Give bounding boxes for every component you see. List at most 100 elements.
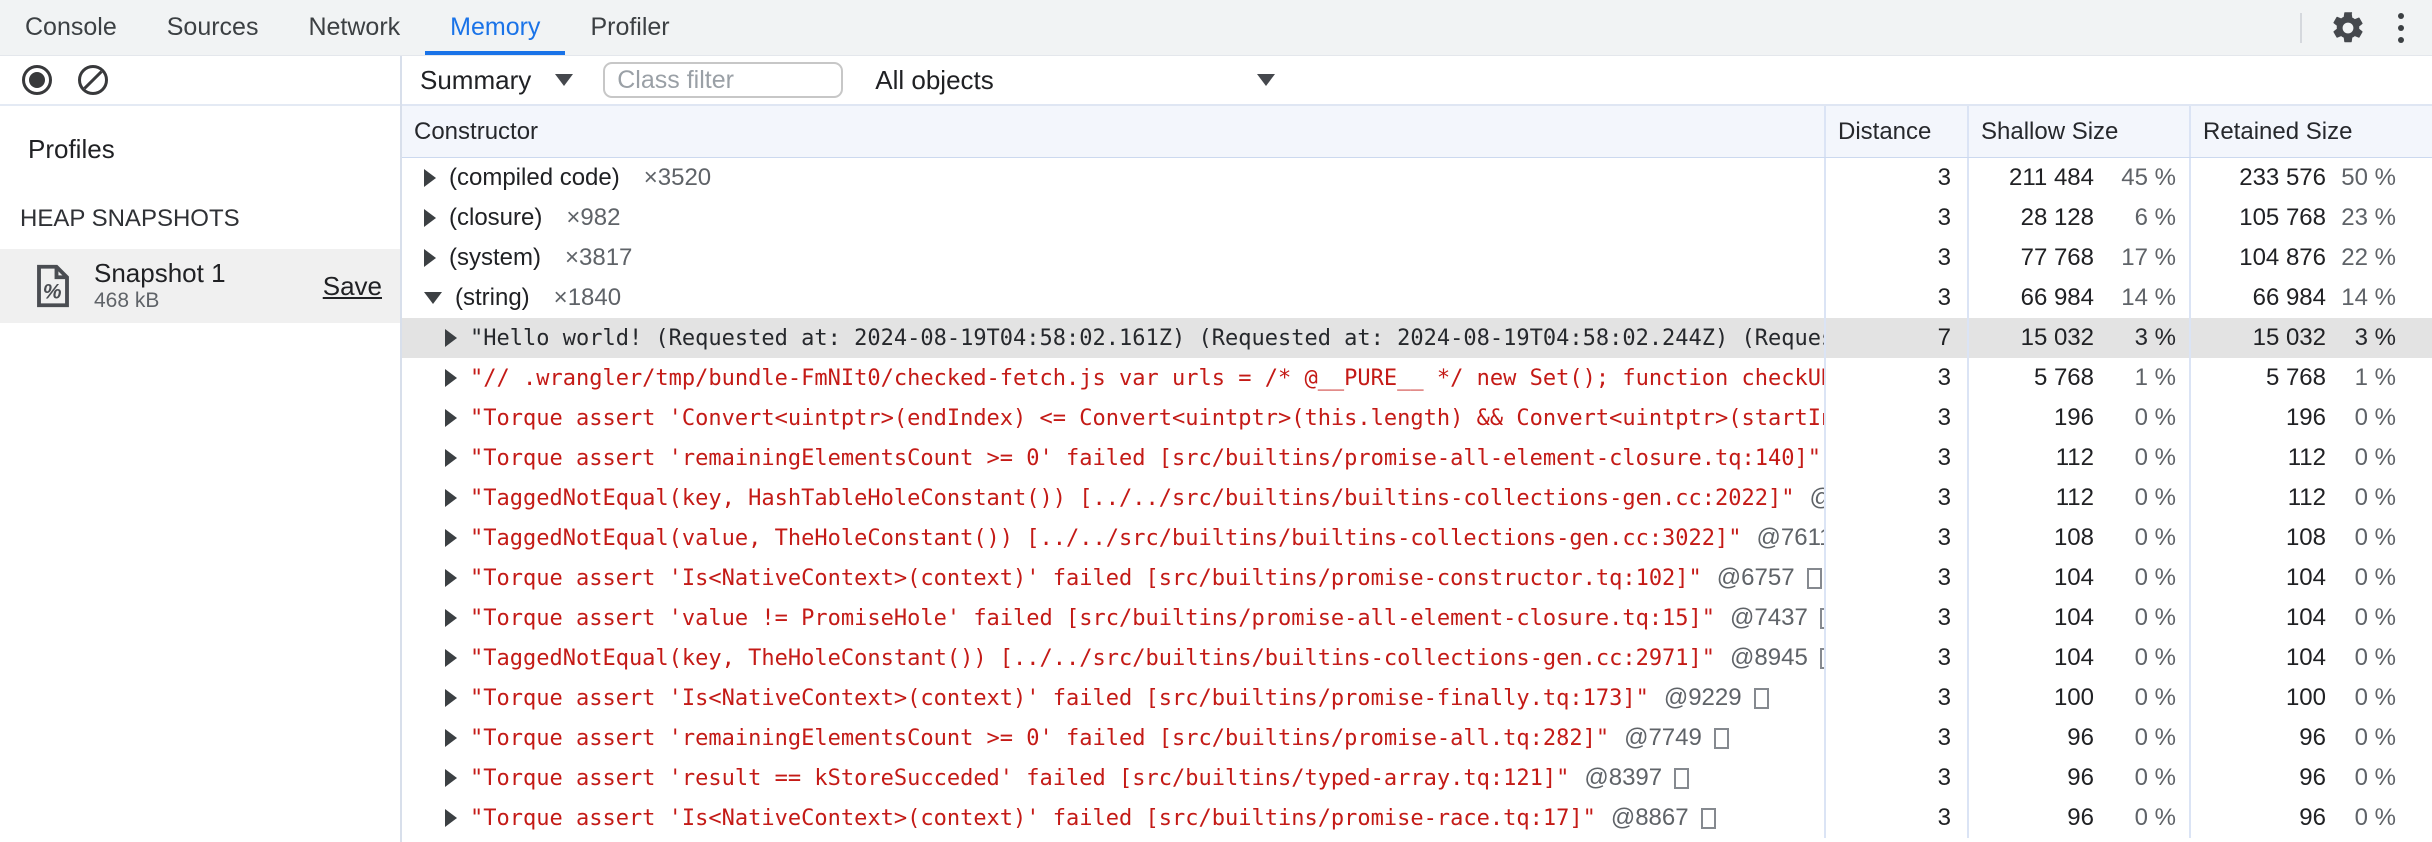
gear-icon[interactable] [2330,10,2366,46]
table-row[interactable]: "TaggedNotEqual(key, TheHoleConstant()) … [402,638,2432,678]
tab-profiler[interactable]: Profiler [565,0,694,55]
table-row[interactable]: "Torque assert 'value != PromiseHole' fa… [402,598,2432,638]
perspective-select[interactable]: Summary [406,65,587,96]
object-filter-select[interactable]: All objects [861,65,1291,96]
string-value: "// .wrangler/tmp/bundle-FmNIt0/checked-… [470,365,1824,391]
expand-arrow-icon[interactable] [445,729,457,747]
expand-arrow-icon[interactable] [424,169,436,187]
retained-size-percent: 1 % [2354,364,2396,391]
column-header-retained-size[interactable]: Retained Size [2189,106,2432,157]
expand-arrow-icon[interactable] [424,209,436,227]
snapshot-list-item[interactable]: % Snapshot 1 468 kB Save [0,249,400,324]
retained-size-percent: 23 % [2341,204,2396,231]
expand-arrow-icon[interactable] [445,369,457,387]
table-row[interactable]: (system) ×3817 3 77 768 17 % 104 876 22 % [402,238,2432,278]
retained-size-cell: 5 768 1 % [2189,358,2432,398]
table-row[interactable]: "Torque assert 'remainingElementsCount >… [402,718,2432,758]
retained-size-value: 112 [2287,444,2326,471]
table-row[interactable]: "// .wrangler/tmp/bundle-FmNIt0/checked-… [402,358,2432,398]
save-snapshot-link[interactable]: Save [323,271,382,302]
expand-arrow-icon[interactable] [445,489,457,507]
distance-value: 3 [1937,724,1951,751]
table-row[interactable]: (compiled code) ×3520 3 211 484 45 % 233 576 5… [402,158,2432,198]
shallow-size-value: 211 484 [2009,164,2094,191]
table-row[interactable]: (closure) ×982 3 28 128 6 % 105 768 23 % [402,198,2432,238]
retained-size-percent: 0 % [2354,684,2396,711]
distance-cell: 3 [1824,238,1967,278]
glyph-box-icon [1674,767,1690,789]
tab-label: Sources [166,13,259,41]
distance-value: 3 [1937,604,1951,631]
column-header-shallow-size[interactable]: Shallow Size [1967,106,2189,157]
tab-sources[interactable]: Sources [142,0,284,55]
table-row[interactable]: (string) ×1840 3 66 984 14 % 66 984 14 % [402,278,2432,318]
constructor-cell: (system) ×3817 [402,238,1824,278]
retained-size-cell: 104 0 % [2189,558,2432,598]
heap-snapshots-section-label: HEAP SNAPSHOTS [20,205,240,232]
expand-arrow-icon[interactable] [445,649,457,667]
distance-value: 3 [1937,804,1951,831]
retained-size-value: 105 768 [2239,204,2326,231]
shallow-size-value: 104 [2053,604,2094,631]
table-row[interactable]: "Torque assert 'Convert<uintptr>(endInde… [402,398,2432,438]
object-id: @8397 [1584,764,1663,791]
constructor-cell: "TaggedNotEqual(key, HashTableHoleConsta… [402,478,1824,518]
tabbar-right-controls [2300,0,2432,55]
table-row[interactable]: "Torque assert 'Is<NativeContext>(contex… [402,558,2432,598]
distance-cell: 3 [1824,358,1967,398]
expand-arrow-icon[interactable] [445,529,457,547]
table-row[interactable]: "Torque assert 'result == kStoreSucceded… [402,758,2432,798]
table-row[interactable]: "Hello world! (Requested at: 2024-08-19T… [402,318,2432,358]
retained-size-percent: 0 % [2354,444,2396,471]
tab-label: Console [25,13,117,41]
constructor-cell: (string) ×1840 [402,278,1824,318]
shallow-size-cell: 104 0 % [1967,598,2189,638]
column-header-constructor[interactable]: Constructor [402,106,1824,157]
expand-arrow-icon[interactable] [445,329,457,347]
expand-arrow-icon[interactable] [445,449,457,467]
object-id: @9229 [1663,684,1742,711]
constructor-name: (compiled code) [449,164,620,191]
table-row[interactable]: "Torque assert 'Is<NativeContext>(contex… [402,678,2432,718]
shallow-size-value: 96 [2067,724,2094,751]
retained-size-value: 104 876 [2239,244,2326,271]
expand-arrow-icon[interactable] [445,809,457,827]
clear-profiles-icon[interactable] [78,65,108,95]
table-row[interactable]: "Torque assert 'Is<NativeContext>(contex… [402,798,2432,838]
constructor-cell: "Hello world! (Requested at: 2024-08-19T… [402,318,1824,358]
expand-arrow-icon[interactable] [445,689,457,707]
table-row[interactable]: "Torque assert 'remainingElementsCount >… [402,438,2432,478]
retained-size-value: 66 984 [2252,284,2326,311]
tab-memory[interactable]: Memory [425,0,565,55]
distance-cell: 3 [1824,518,1967,558]
constructor-cell: "TaggedNotEqual(value, TheHoleConstant()… [402,518,1824,558]
table-row[interactable]: "TaggedNotEqual(key, HashTableHoleConsta… [402,478,2432,518]
shallow-size-value: 15 032 [2020,324,2094,351]
tab-console[interactable]: Console [0,0,142,55]
profiles-heading: Profiles [28,134,115,164]
shallow-size-percent: 0 % [2134,444,2176,471]
heap-table: Constructor Distance Shallow Size Retain… [402,106,2432,842]
expand-arrow-icon[interactable] [445,769,457,787]
toolbar-divider [2300,12,2302,43]
collapse-arrow-icon[interactable] [424,292,442,304]
column-label: Shallow Size [1981,117,2119,145]
retained-size-percent: 22 % [2341,244,2396,271]
table-row[interactable]: "TaggedNotEqual(value, TheHoleConstant()… [402,518,2432,558]
tab-network[interactable]: Network [283,0,425,55]
three-dot-menu-icon[interactable] [2394,9,2408,47]
retained-size-value: 104 [2285,604,2326,631]
record-heap-snapshot-icon[interactable] [22,65,52,95]
expand-arrow-icon[interactable] [445,609,457,627]
shallow-size-percent: 0 % [2134,604,2176,631]
string-value: "TaggedNotEqual(key, TheHoleConstant()) … [470,645,1716,671]
expand-arrow-icon[interactable] [424,249,436,267]
class-filter-input[interactable] [603,62,844,98]
shallow-size-percent: 0 % [2134,724,2176,751]
shallow-size-value: 104 [2053,564,2094,591]
distance-cell: 7 [1824,318,1967,358]
column-header-distance[interactable]: Distance [1824,106,1967,157]
expand-arrow-icon[interactable] [445,409,457,427]
expand-arrow-icon[interactable] [445,569,457,587]
retained-size-value: 100 [2285,684,2326,711]
